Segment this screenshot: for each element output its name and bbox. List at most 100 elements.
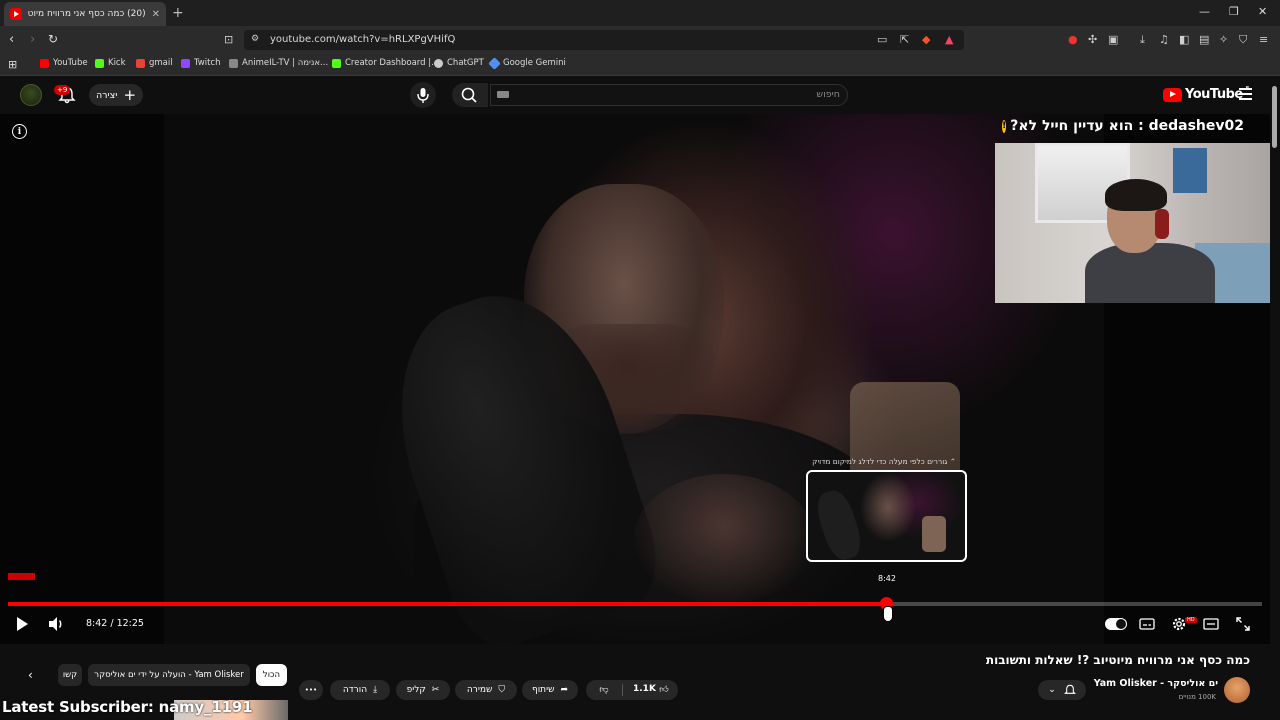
coin-icon: !	[1002, 119, 1007, 133]
channel-avatar[interactable]	[1224, 677, 1250, 703]
page-scrollbar[interactable]	[1270, 76, 1280, 720]
vpn-icon[interactable]: ⛉	[1239, 33, 1247, 47]
like-button[interactable]: 👍︎	[652, 680, 676, 700]
channel-name[interactable]: ים אוליסקר - Yam Olisker	[1090, 678, 1218, 689]
cast-icon[interactable]: ▭	[877, 33, 887, 46]
youtube-logo[interactable]: YouTube IL	[1163, 86, 1250, 102]
share-page-icon[interactable]: ⇱	[900, 33, 909, 46]
scrollbar-thumb[interactable]	[1272, 86, 1277, 148]
clip-button[interactable]: קליפ ✂	[396, 680, 450, 700]
mouse-cursor-icon	[883, 606, 893, 622]
play-button[interactable]	[14, 615, 30, 633]
share-button[interactable]: שיתוף ➦	[522, 680, 578, 700]
brave-shield-icon[interactable]: ◆	[922, 33, 930, 46]
chatgpt-icon	[434, 58, 443, 68]
browser-tab[interactable]: (20) כמה כסף אני מרוויח מיוטיוב ✕	[4, 2, 166, 26]
bookmark-chatgpt[interactable]: ChatGPT	[434, 58, 484, 68]
tab-title: (20) כמה כסף אני מרוויח מיוטיוב	[28, 9, 146, 19]
tab-close-icon[interactable]: ✕	[152, 9, 160, 20]
save-button[interactable]: שמירה ⛉	[455, 680, 517, 700]
close-window-button[interactable]: ✕	[1258, 5, 1267, 18]
search-input[interactable]	[490, 84, 848, 106]
volume-icon	[49, 617, 62, 631]
download-icon: ⤓	[373, 685, 378, 695]
webcam-headset	[1155, 209, 1169, 239]
keyboard-icon[interactable]	[497, 91, 509, 98]
webcam-person-body	[1085, 243, 1215, 303]
forward-icon[interactable]: ›	[30, 32, 35, 47]
share-icon: ➦	[560, 685, 569, 695]
plus-icon: +	[123, 85, 137, 104]
extension-record-icon[interactable]: ●	[1068, 33, 1078, 46]
bookmark-label: Creator Dashboard |...	[345, 58, 440, 68]
download-button[interactable]: הורדה ⤓	[330, 680, 390, 700]
bookmark-kick[interactable]: Kick	[95, 58, 126, 68]
more-actions-button[interactable]: •••	[299, 680, 323, 700]
voice-search-button[interactable]	[410, 82, 436, 108]
fullscreen-button[interactable]	[1234, 615, 1252, 633]
subscribed-button[interactable]: ⌄	[1038, 680, 1086, 700]
bookmark-label: Google Gemini	[503, 58, 566, 68]
video-subject-hand	[634, 474, 814, 604]
volume-button[interactable]	[46, 615, 66, 633]
menu-icon[interactable]: ≡	[1259, 33, 1268, 46]
extensions-icon[interactable]: ✣	[1088, 33, 1097, 46]
seek-preview-thumbnail	[806, 470, 967, 562]
info-icon[interactable]: i	[12, 124, 27, 139]
bookmark-twitch[interactable]: Twitch	[181, 58, 221, 68]
dislike-button[interactable]: 👎︎	[586, 680, 622, 700]
wallet-icon[interactable]: ▣	[1108, 33, 1118, 46]
bookmark-animeil[interactable]: AnimeIL-TV | אנימה...	[229, 58, 328, 68]
bookmark-gmail[interactable]: gmail	[136, 58, 173, 68]
chip-related[interactable]: קשו	[58, 664, 82, 686]
caption-text: ?הוא עדיין חייל לא : dedashev02	[1010, 118, 1244, 134]
play-icon	[16, 617, 28, 631]
minimize-button[interactable]: —	[1199, 5, 1210, 18]
leo-ai-icon[interactable]: ✧	[1219, 33, 1228, 46]
youtube-icon	[40, 58, 49, 68]
bookmark-creator-dashboard[interactable]: Creator Dashboard |...	[332, 58, 439, 68]
user-avatar[interactable]	[20, 84, 42, 106]
subtitles-button[interactable]	[1138, 615, 1156, 633]
chip-all[interactable]: הכול	[256, 664, 287, 686]
media-icon[interactable]: ♫	[1159, 33, 1169, 46]
channel-watermark	[8, 573, 35, 580]
thumbs-up-icon: 👍︎	[659, 685, 669, 695]
streamer-webcam	[995, 143, 1280, 303]
new-tab-button[interactable]: +	[172, 5, 184, 21]
bookmark-label: YouTube	[53, 58, 88, 68]
wallet-card-icon[interactable]: ▤	[1199, 33, 1209, 46]
site-info-icon[interactable]: ⚙	[251, 34, 259, 44]
search-icon	[461, 87, 477, 103]
downloads-icon[interactable]: ⤓	[1140, 33, 1145, 47]
maximize-button[interactable]: ❐	[1229, 5, 1239, 18]
sidebar-icon[interactable]: ◧	[1179, 33, 1189, 46]
gmail-icon	[136, 58, 145, 68]
bookmark-youtube[interactable]: YouTube	[40, 58, 88, 68]
gemini-icon	[488, 56, 501, 70]
url-text[interactable]: youtube.com/watch?v=hRLXPgVHifQ	[270, 34, 455, 45]
bookmark-icon[interactable]: ⊡	[224, 33, 233, 46]
channel-subscribers: 100K מנויים	[1178, 693, 1216, 701]
save-label: שמירה	[466, 685, 493, 695]
bookmark-gemini[interactable]: Google Gemini	[488, 56, 566, 70]
kick-icon	[332, 58, 341, 68]
chip-uploader[interactable]: הועלה על ידי ים אוליסקר - Yam Olisker	[88, 664, 250, 686]
bookmark-label: Kick	[108, 58, 126, 68]
search-button[interactable]	[452, 83, 488, 107]
progress-bar[interactable]	[8, 597, 1262, 610]
hamburger-menu-icon[interactable]	[1239, 88, 1252, 100]
more-icon: •••	[304, 686, 318, 694]
chips-prev-icon[interactable]: ‹	[28, 668, 33, 682]
back-icon[interactable]: ‹	[9, 32, 14, 47]
video-title: כמה כסף אני מרוויח מיוטיוב ?! שאלות ותשו…	[985, 653, 1250, 667]
fullscreen-icon	[1236, 617, 1250, 631]
seek-preview-time: 8:42	[878, 574, 896, 583]
apps-grid-icon[interactable]: ⊞	[8, 58, 17, 71]
autoplay-toggle[interactable]	[1104, 615, 1128, 633]
reload-icon[interactable]: ↻	[48, 32, 58, 46]
brave-rewards-icon[interactable]: ▲	[945, 33, 953, 46]
miniplayer-button[interactable]	[1202, 615, 1220, 633]
create-button[interactable]: יצירה +	[89, 84, 143, 106]
logo-text: YouTube	[1185, 87, 1243, 102]
